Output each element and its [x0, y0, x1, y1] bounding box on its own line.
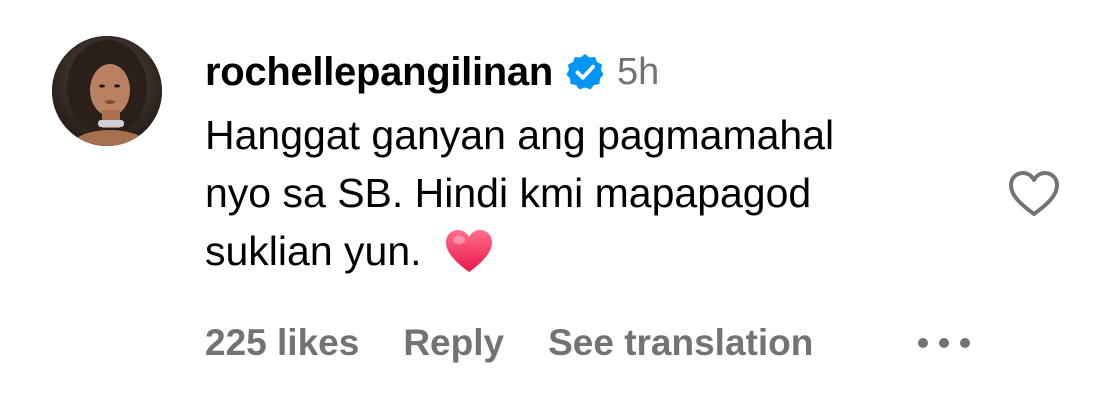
comment-text: Hanggat ganyan ang pagmamahal nyo sa SB.…: [205, 106, 965, 280]
timestamp[interactable]: 5h: [617, 51, 659, 94]
username[interactable]: rochellepangilinan: [205, 50, 553, 95]
comment-text-line: nyo sa SB. Hindi kmi mapapagod: [205, 164, 965, 222]
comment-item: rochellepangilinan 5h Hanggat ganyan ang…: [0, 0, 1120, 416]
comment-text-line-3: suklian yun.: [205, 228, 422, 274]
comment-body: rochellepangilinan 5h Hanggat ganyan ang…: [205, 44, 965, 280]
comment-text-line-1: Hanggat ganyan ang pagmamahal: [205, 112, 835, 158]
red-heart-emoji-icon: [444, 228, 494, 274]
comment-actions: 225 likes Reply See translation: [205, 318, 813, 368]
verified-badge-icon: [565, 52, 605, 92]
more-options-icon[interactable]: [912, 318, 976, 368]
comment-text-line: Hanggat ganyan ang pagmamahal: [205, 106, 965, 164]
heart-outline-icon[interactable]: [1006, 168, 1062, 220]
comment-text-line: suklian yun.: [205, 222, 965, 280]
likes-count[interactable]: 225 likes: [205, 322, 359, 364]
reply-button[interactable]: Reply: [403, 322, 504, 364]
avatar[interactable]: [52, 36, 162, 146]
comment-header: rochellepangilinan 5h: [205, 44, 965, 100]
see-translation-button[interactable]: See translation: [548, 322, 813, 364]
comment-text-line-2: nyo sa SB. Hindi kmi mapapagod: [205, 170, 812, 216]
